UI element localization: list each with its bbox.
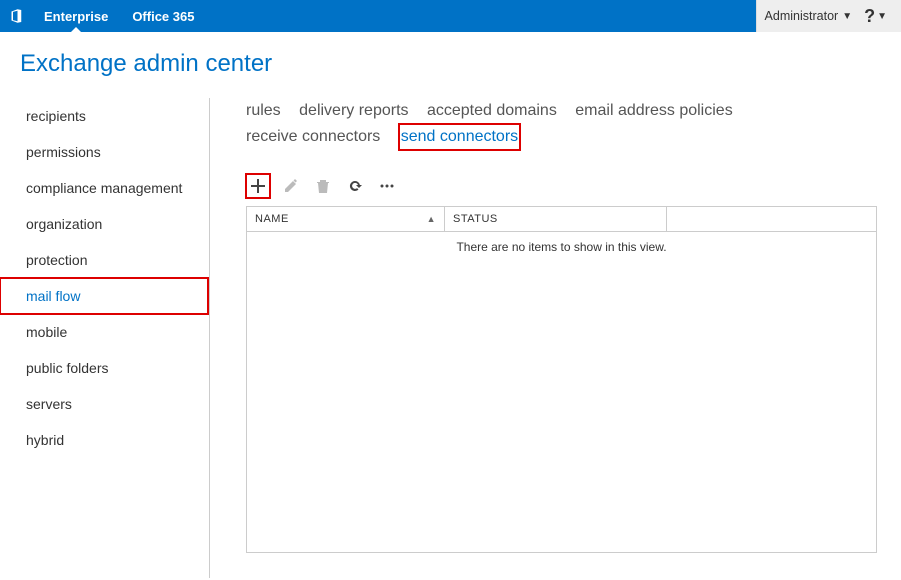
leftnav-item-protection[interactable]: protection [20, 242, 209, 278]
caret-down-icon: ▼ [877, 11, 887, 22]
subtab-delivery-reports[interactable]: delivery reports [299, 98, 408, 124]
office-logo[interactable] [0, 0, 32, 32]
help-button[interactable]: ? ▼ [858, 6, 893, 27]
admin-label: Administrator [765, 9, 839, 23]
add-button[interactable] [246, 174, 270, 198]
leftnav-item-public-folders[interactable]: public folders [20, 350, 209, 386]
subtabs: rules delivery reports accepted domains … [246, 98, 877, 150]
ellipsis-icon [379, 178, 395, 194]
more-button[interactable] [376, 175, 398, 197]
edit-button [280, 175, 302, 197]
leftnav-item-servers[interactable]: servers [20, 386, 209, 422]
trash-icon [315, 178, 331, 194]
topbar-right: Administrator ▼ ? ▼ [756, 0, 901, 32]
leftnav-item-hybrid[interactable]: hybrid [20, 422, 209, 458]
top-link-enterprise[interactable]: Enterprise [32, 0, 120, 32]
grid: NAME ▲ STATUS There are no items to show… [246, 206, 877, 553]
page-title: Exchange admin center [0, 32, 901, 98]
leftnav: recipients permissions compliance manage… [20, 98, 210, 578]
top-link-office365[interactable]: Office 365 [120, 0, 206, 32]
content: rules delivery reports accepted domains … [210, 98, 901, 578]
sort-asc-icon: ▲ [427, 214, 436, 224]
leftnav-item-compliance[interactable]: compliance management [20, 170, 209, 206]
column-header-status[interactable]: STATUS [445, 207, 667, 231]
column-header-name[interactable]: NAME ▲ [247, 207, 445, 231]
admin-dropdown[interactable]: Administrator ▼ [765, 9, 853, 23]
help-icon: ? [864, 6, 875, 27]
subtab-send-connectors[interactable]: send connectors [399, 124, 520, 150]
plus-icon [250, 178, 266, 194]
column-header-blank [667, 207, 876, 231]
caret-down-icon: ▼ [842, 11, 852, 22]
leftnav-item-mobile[interactable]: mobile [20, 314, 209, 350]
leftnav-item-recipients[interactable]: recipients [20, 98, 209, 134]
subtab-receive-connectors[interactable]: receive connectors [246, 124, 380, 150]
grid-body: There are no items to show in this view. [247, 232, 876, 552]
grid-header: NAME ▲ STATUS [247, 207, 876, 232]
column-header-name-label: NAME [255, 213, 289, 225]
leftnav-item-mail-flow[interactable]: mail flow [0, 278, 208, 314]
pencil-icon [283, 178, 299, 194]
subtab-rules[interactable]: rules [246, 98, 281, 124]
subtab-email-address-policies[interactable]: email address policies [575, 98, 732, 124]
office-icon [7, 7, 25, 25]
column-header-status-label: STATUS [453, 213, 498, 225]
refresh-icon [347, 178, 363, 194]
leftnav-item-organization[interactable]: organization [20, 206, 209, 242]
main: recipients permissions compliance manage… [0, 98, 901, 578]
refresh-button[interactable] [344, 175, 366, 197]
empty-message: There are no items to show in this view. [456, 240, 666, 254]
subtab-accepted-domains[interactable]: accepted domains [427, 98, 557, 124]
toolbar [246, 174, 877, 198]
delete-button [312, 175, 334, 197]
leftnav-item-permissions[interactable]: permissions [20, 134, 209, 170]
topbar-blue: Enterprise Office 365 [0, 0, 756, 32]
topbar: Enterprise Office 365 Administrator ▼ ? … [0, 0, 901, 32]
